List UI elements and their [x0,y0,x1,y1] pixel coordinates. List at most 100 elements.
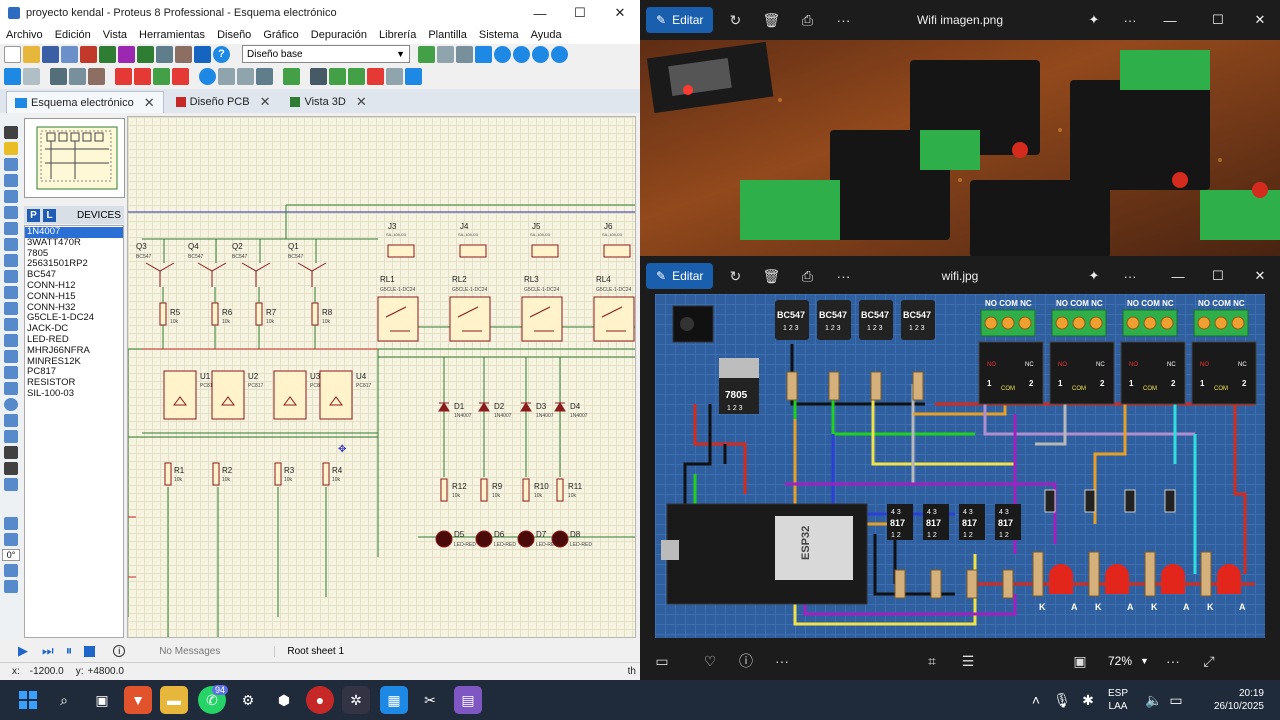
chevron-up-icon[interactable]: ˄ [1022,686,1050,714]
symbol-icon[interactable] [4,462,18,475]
info-icon[interactable]: ⓘ [732,647,760,675]
origin-icon[interactable] [456,45,473,63]
menu-diseno[interactable]: Diseño [211,29,257,41]
component-mode-icon[interactable] [4,142,18,155]
binoculars-icon[interactable] [310,67,327,85]
search-icon[interactable] [199,67,216,85]
menu-plantilla[interactable]: Plantilla [422,29,473,41]
rotate-icon[interactable]: ↻ [721,6,749,34]
edit-button[interactable]: ✎ Editar [646,263,714,289]
schematic-canvas[interactable]: Q3 BC547 R5 10k Q4 BC547 R6 10k Q2 BC547 R7 10k Q1 BC… [127,116,636,638]
filmstrip-icon[interactable]: ▭ [648,647,676,675]
menu-vista[interactable]: Vista [97,29,133,41]
block-rotate-icon[interactable] [153,67,170,85]
more-icon[interactable]: ··· [829,262,857,290]
snipping-icon[interactable]: ✂ [416,686,444,714]
clock[interactable]: 20:19 26/10/2025 [1214,687,1264,713]
layer-select[interactable]: Diseño base ▼ [242,45,410,63]
tape-icon[interactable] [4,286,18,299]
minimize-button[interactable]: — [1158,256,1198,296]
generator-icon[interactable] [4,302,18,315]
microphone-icon[interactable]: 🎙 [1048,686,1076,714]
menu-depuracion[interactable]: Depuración [305,29,373,41]
app-red-icon[interactable]: ● [306,686,334,714]
edit-button[interactable]: ✎ Editar [646,7,714,33]
path-icon[interactable] [4,430,18,443]
wrench-icon[interactable] [256,67,273,85]
block-copy-icon[interactable] [115,67,132,85]
minimize-button[interactable]: — [1150,0,1190,40]
undo-icon[interactable] [4,67,21,85]
close-button[interactable]: ✕ [1240,0,1280,40]
3d-tool-icon[interactable] [156,45,173,63]
schematic-tool-icon[interactable] [118,45,135,63]
rotate-icon[interactable]: ↻ [721,262,749,290]
text-icon[interactable] [4,446,18,459]
overview-window[interactable] [24,118,125,198]
block-delete-icon[interactable] [172,67,189,85]
tab-3d[interactable]: Vista 3D ✕ [282,91,374,113]
probe-current-icon[interactable] [4,334,18,347]
zoom-area-icon[interactable] [551,45,568,63]
maximize-button[interactable]: ☐ [560,0,600,26]
home-icon[interactable] [80,45,97,63]
menu-libreria[interactable]: Librería [373,29,422,41]
bluetooth-icon[interactable]: ✱ [1074,686,1102,714]
device-item[interactable]: MHRJ66NFRA [25,345,123,357]
menu-edicion[interactable]: Edición [49,29,97,41]
library-button[interactable]: L [43,208,56,222]
probe-voltage-icon[interactable] [4,318,18,331]
refresh-icon[interactable] [418,45,435,63]
delete-icon[interactable]: 🗑 [757,262,785,290]
close-button[interactable]: ✕ [600,0,640,26]
rotation-value[interactable]: 0° [2,549,20,561]
info-icon[interactable]: i [113,645,126,657]
favorite-icon[interactable]: ♡ [696,647,724,675]
copilot-icon[interactable]: ✦ [1074,256,1114,296]
crop-icon[interactable]: ⌗ [918,647,946,675]
close-icon[interactable]: ✕ [356,94,367,110]
device-item[interactable]: SIL-100-03 [25,388,123,400]
cut-icon[interactable] [50,67,67,85]
print-icon[interactable]: ⎙ [793,6,821,34]
photos-icon[interactable]: ▦ [380,686,408,714]
file-explorer-icon[interactable]: ▬ [160,686,188,714]
pick-devices-button[interactable]: P [27,208,40,222]
menu-sistema[interactable]: Sistema [473,29,525,41]
zoom-out-icon[interactable] [513,45,530,63]
close-icon[interactable]: ✕ [260,94,271,110]
report-icon[interactable] [405,67,422,85]
chip-icon[interactable] [99,45,116,63]
text-script-icon[interactable] [4,190,18,203]
menu-herramientas[interactable]: Herramientas [133,29,211,41]
menu-ayuda[interactable]: Ayuda [525,29,568,41]
block-move-icon[interactable] [134,67,151,85]
fullscreen-icon[interactable]: ⤢ [1195,647,1223,675]
print-icon[interactable]: ⎙ [793,262,821,290]
redo-icon[interactable] [23,67,40,85]
netlist-icon[interactable] [283,67,300,85]
add-icon[interactable] [348,67,365,85]
device-item[interactable]: 3WATT470R [25,237,123,249]
zoom-all-icon[interactable] [532,45,549,63]
terminal-icon[interactable] [4,238,18,251]
rotate-ccw-icon[interactable] [4,533,18,546]
help-icon[interactable]: ? [213,45,230,63]
paste-icon[interactable] [88,67,105,85]
mirror-y-icon[interactable] [4,580,18,593]
copy-icon[interactable] [69,67,86,85]
tab-pcb[interactable]: Diseño PCB ✕ [168,91,279,113]
task-view-icon[interactable]: ▣ [88,686,116,714]
pause-icon[interactable]: ⏸ [66,643,73,659]
delete-icon[interactable]: 🗑 [757,6,785,34]
junction-icon[interactable] [4,158,18,171]
battery-icon[interactable]: ▭ [1162,686,1190,714]
remove-icon[interactable] [367,67,384,85]
maximize-button[interactable]: ☐ [1198,0,1238,40]
proteus-taskbar-icon[interactable]: ✲ [342,686,370,714]
device-item[interactable]: CONN-H15 [25,291,123,303]
select-mode-icon[interactable] [4,126,18,139]
stop-icon[interactable] [84,645,96,657]
zoom-in-icon[interactable] [494,45,511,63]
new-file-icon[interactable] [4,45,21,63]
